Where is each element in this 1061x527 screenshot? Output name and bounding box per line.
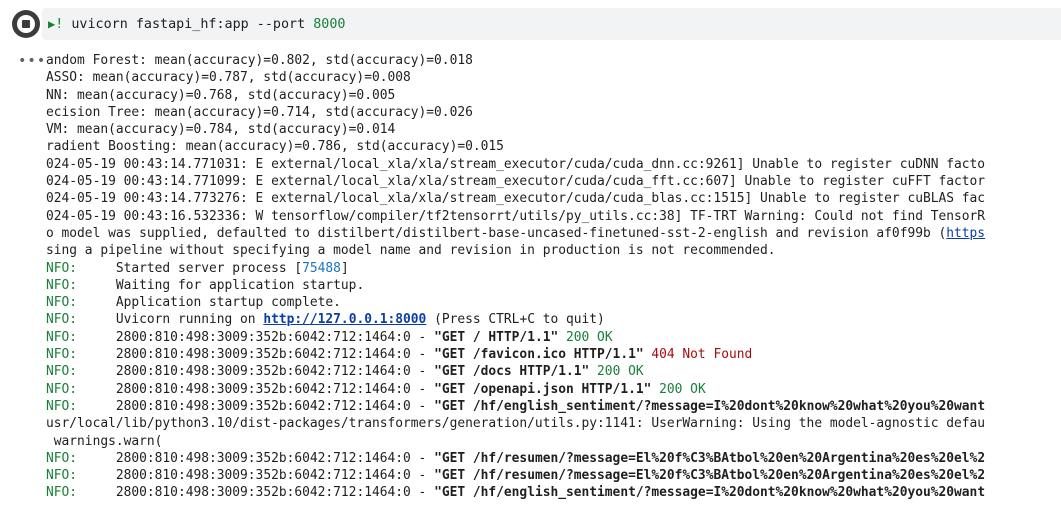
client-address: 2800:810:498:3009:352b:6042:712:1464:0 - — [115, 468, 435, 484]
warn-call-line: warnings.warn( — [46, 433, 1061, 450]
request-line: "GET / HTTP/1.1" — [434, 329, 559, 345]
client-address: 2800:810:498:3009:352b:6042:712:1464:0 - — [115, 485, 435, 501]
request-line: "GET /hf/english_sentiment/?message=I%20… — [434, 398, 986, 414]
request-log-line: NFO: 2800:810:498:3009:352b:6042:712:146… — [46, 484, 1061, 501]
model-link[interactable]: https — [946, 226, 985, 241]
warning-line: 024-05-19 00:43:14.771099: E external/lo… — [46, 173, 1061, 190]
metric-text: NN: mean(accuracy)=0.768, std(accuracy)=… — [46, 87, 396, 103]
log-level: NFO: — [46, 450, 78, 466]
request-log-line: NFO: 2800:810:498:3009:352b:6042:712:146… — [46, 450, 1061, 467]
waiting-text: Waiting for application startup. — [115, 277, 365, 293]
client-address: 2800:810:498:3009:352b:6042:712:1464:0 - — [115, 398, 435, 414]
request-log-line: NFO: 2800:810:498:3009:352b:6042:712:146… — [46, 346, 1061, 363]
request-log-line: NFO: 2800:810:498:3009:352b:6042:712:146… — [46, 381, 1061, 398]
metric-text: andom Forest: mean(accuracy)=0.802, std(… — [46, 53, 473, 68]
status-code: 200 OK — [651, 381, 706, 397]
metric-line: andom Forest: mean(accuracy)=0.802, std(… — [46, 52, 1061, 69]
running-tail: (Press CTRL+C to quit) — [426, 312, 605, 328]
model-line: o model was supplied, defaulted to disti… — [46, 225, 1061, 242]
warning-text: 024-05-19 00:43:16.532336: W tensorflow/… — [46, 208, 986, 224]
client-address: 2800:810:498:3009:352b:6042:712:1464:0 - — [115, 329, 435, 345]
metric-text: ecision Tree: mean(accuracy)=0.714, std(… — [46, 104, 473, 120]
request-log-line: NFO: 2800:810:498:3009:352b:6042:712:146… — [46, 363, 1061, 380]
warning-line: 024-05-19 00:43:14.771031: E external/lo… — [46, 156, 1061, 173]
status-code: 404 Not Found — [643, 347, 753, 363]
log-level: NFO: — [46, 329, 78, 345]
server-url-link[interactable]: http://127.0.0.1:8000 — [263, 312, 426, 327]
client-address: 2800:810:498:3009:352b:6042:712:1464:0 - — [115, 364, 435, 380]
request-line: "GET /docs HTTP/1.1" — [434, 364, 590, 380]
warning-text: 024-05-19 00:43:14.771031: E external/lo… — [46, 156, 986, 172]
log-level: NFO: — [46, 485, 78, 501]
log-level: NFO: — [46, 260, 78, 276]
log-level: NFO: — [46, 364, 78, 380]
run-cell-button[interactable] — [12, 10, 40, 38]
log-level: NFO: — [46, 347, 78, 363]
command-line[interactable]: ▶! uvicorn fastapi_hf:app --port 8000 — [48, 15, 345, 34]
request-line: "GET /hf/resumen/?message=El%20f%C3%BAtb… — [434, 450, 986, 466]
pipeline-line: sing a pipeline without specifying a mod… — [46, 242, 1061, 259]
metric-text: VM: mean(accuracy)=0.784, std(accuracy)=… — [46, 122, 396, 138]
metric-text: ASSO: mean(accuracy)=0.787, std(accuracy… — [46, 70, 411, 86]
warning-text: 024-05-19 00:43:14.771099: E external/lo… — [46, 174, 986, 190]
client-address: 2800:810:498:3009:352b:6042:712:1464:0 - — [115, 347, 435, 363]
code-cell: ▶! uvicorn fastapi_hf:app --port 8000 — [0, 0, 1061, 46]
metric-line: VM: mean(accuracy)=0.784, std(accuracy)=… — [46, 121, 1061, 138]
client-address: 2800:810:498:3009:352b:6042:712:1464:0 - — [115, 450, 435, 466]
warn-call-text: warnings.warn( — [46, 433, 163, 449]
running-text: Uvicorn running on — [115, 312, 264, 328]
startup-text: Application startup complete. — [115, 295, 341, 311]
cell-output: andom Forest: mean(accuracy)=0.802, std(… — [46, 52, 1061, 502]
model-text: o model was supplied, defaulted to disti… — [46, 225, 947, 241]
metric-line: ASSO: mean(accuracy)=0.787, std(accuracy… — [46, 69, 1061, 86]
log-level: NFO: — [46, 312, 78, 328]
request-line: "GET /hf/english_sentiment/?message=I%20… — [434, 485, 986, 501]
warning-text: 024-05-19 00:43:14.773276: E external/lo… — [46, 191, 986, 207]
warning-line: 024-05-19 00:43:14.773276: E external/lo… — [46, 190, 1061, 207]
stop-circle-icon — [17, 15, 35, 33]
metric-line: radient Boosting: mean(accuracy)=0.786, … — [46, 138, 1061, 155]
info-line: NFO: Application startup complete. — [46, 294, 1061, 311]
command-text: uvicorn fastapi_hf:app --port — [63, 17, 314, 32]
started-close: ] — [340, 260, 349, 276]
userwarning-line: usr/local/lib/python3.10/dist-packages/t… — [46, 415, 1061, 432]
client-address: 2800:810:498:3009:352b:6042:712:1464:0 - — [115, 381, 435, 397]
process-id: 75488 — [302, 260, 341, 276]
log-level: NFO: — [46, 398, 78, 414]
info-line: NFO: Waiting for application startup. — [46, 277, 1061, 294]
warning-line: 024-05-19 00:43:16.532336: W tensorflow/… — [46, 208, 1061, 225]
log-level: NFO: — [46, 468, 78, 484]
status-code: 200 OK — [558, 329, 613, 345]
pipeline-text: sing a pipeline without specifying a mod… — [46, 243, 776, 259]
request-log-line: NFO: 2800:810:498:3009:352b:6042:712:146… — [46, 329, 1061, 346]
log-level: NFO: — [46, 381, 78, 397]
userwarning-text: usr/local/lib/python3.10/dist-packages/t… — [46, 416, 986, 432]
request-line: "GET /hf/resumen/?message=El%20f%C3%BAtb… — [434, 468, 986, 484]
log-level: NFO: — [46, 295, 78, 311]
info-line: NFO: Started server process [75488] — [46, 260, 1061, 277]
log-level: NFO: — [46, 277, 78, 293]
request-log-line: NFO: 2800:810:498:3009:352b:6042:712:146… — [46, 398, 1061, 415]
status-code: 200 OK — [589, 364, 644, 380]
request-log-line: NFO: 2800:810:498:3009:352b:6042:712:146… — [46, 467, 1061, 484]
ellipsis-icon[interactable]: ••• — [18, 53, 46, 69]
request-line: "GET /openapi.json HTTP/1.1" — [434, 381, 652, 397]
request-line: "GET /favicon.ico HTTP/1.1" — [434, 347, 644, 363]
started-text: Started server process [ — [115, 260, 303, 276]
metric-text: radient Boosting: mean(accuracy)=0.786, … — [46, 139, 504, 155]
metric-line: NN: mean(accuracy)=0.768, std(accuracy)=… — [46, 87, 1061, 104]
command-port: 8000 — [313, 17, 346, 32]
info-line: NFO: Uvicorn running on http://127.0.0.1… — [46, 311, 1061, 328]
metric-line: ecision Tree: mean(accuracy)=0.714, std(… — [46, 104, 1061, 121]
